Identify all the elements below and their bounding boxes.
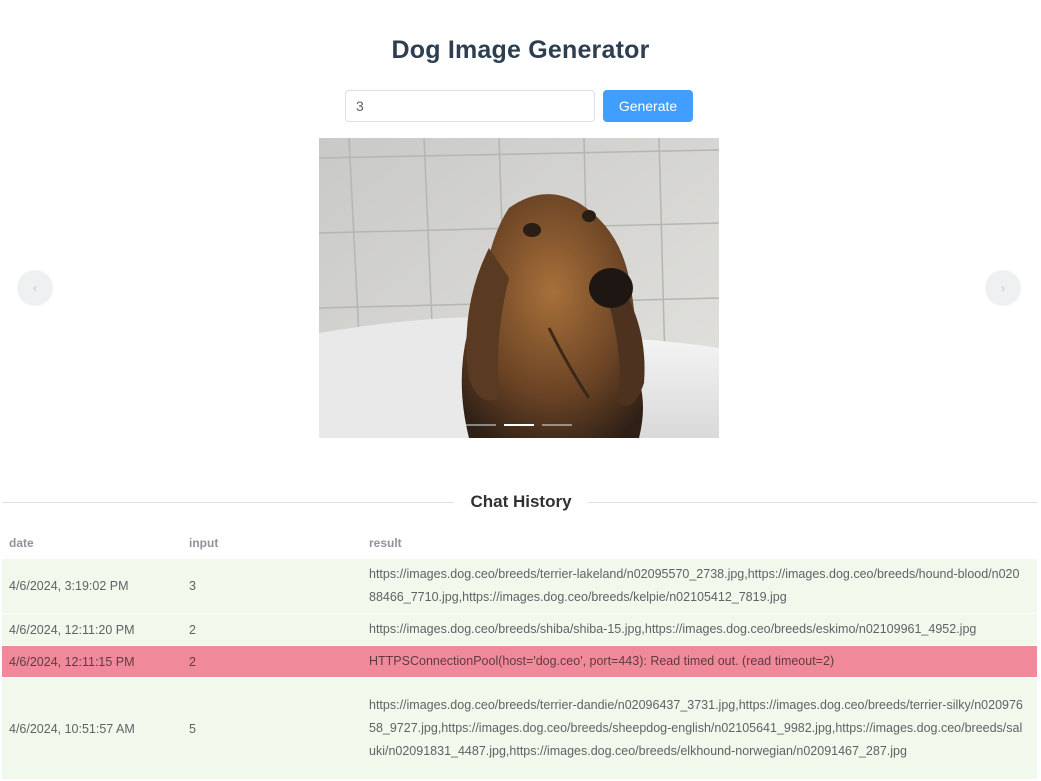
row-date: 4/6/2024, 10:51:57 AM bbox=[9, 721, 135, 736]
page: Dog Image Generator Generate ‹ bbox=[0, 0, 1041, 781]
dog-photo bbox=[319, 138, 719, 438]
table-row[interactable]: 4/6/2024, 3:19:02 PM 3 https://images.do… bbox=[2, 559, 1037, 614]
carousel-indicators bbox=[466, 424, 572, 426]
carousel-indicator[interactable] bbox=[466, 424, 496, 426]
carousel-indicator-active[interactable] bbox=[504, 424, 534, 426]
column-header-date: date bbox=[9, 536, 34, 550]
generate-button[interactable]: Generate bbox=[603, 90, 693, 122]
table-row[interactable]: 4/6/2024, 12:11:20 PM 2 https://images.d… bbox=[2, 614, 1037, 646]
column-header-result: result bbox=[369, 535, 402, 550]
next-arrow-glyph: › bbox=[1001, 281, 1005, 295]
row-date: 4/6/2024, 12:11:15 PM bbox=[9, 654, 135, 669]
history-divider: Chat History bbox=[2, 490, 1037, 514]
row-input: 5 bbox=[189, 721, 196, 736]
table-header: date input result bbox=[2, 527, 1037, 559]
table-row[interactable]: 4/6/2024, 10:51:57 AM 5 https://images.d… bbox=[2, 678, 1037, 780]
column-header-input: input bbox=[189, 536, 219, 550]
carousel-indicator[interactable] bbox=[542, 424, 572, 426]
row-input: 3 bbox=[189, 579, 196, 593]
chevron-left-icon[interactable]: ‹ bbox=[17, 270, 53, 306]
row-result: https://images.dog.ceo/breeds/shiba/shib… bbox=[369, 622, 977, 636]
row-date: 4/6/2024, 12:11:20 PM bbox=[9, 622, 135, 637]
chevron-right-icon[interactable]: › bbox=[985, 270, 1021, 306]
prev-arrow-glyph: ‹ bbox=[33, 281, 37, 295]
row-result: https://images.dog.ceo/breeds/terrier-la… bbox=[369, 567, 1020, 604]
table-row-error[interactable]: 4/6/2024, 12:11:15 PM 2 HTTPSConnectionP… bbox=[2, 646, 1037, 678]
count-input[interactable] bbox=[345, 90, 595, 122]
generator-form: Generate bbox=[345, 90, 693, 122]
history-heading: Chat History bbox=[454, 490, 588, 514]
dog-photo-illustration bbox=[319, 138, 719, 438]
row-input: 2 bbox=[189, 654, 196, 669]
row-date: 4/6/2024, 3:19:02 PM bbox=[9, 579, 129, 593]
row-input: 2 bbox=[189, 622, 196, 637]
page-title: Dog Image Generator bbox=[391, 36, 650, 64]
row-result: HTTPSConnectionPool(host='dog.ceo', port… bbox=[369, 654, 835, 668]
image-carousel: ‹ › bbox=[0, 138, 1041, 438]
history-table: date input result 4/6/2024, 3:19:02 PM 3… bbox=[2, 527, 1037, 780]
row-result: https://images.dog.ceo/breeds/terrier-da… bbox=[369, 698, 1023, 758]
